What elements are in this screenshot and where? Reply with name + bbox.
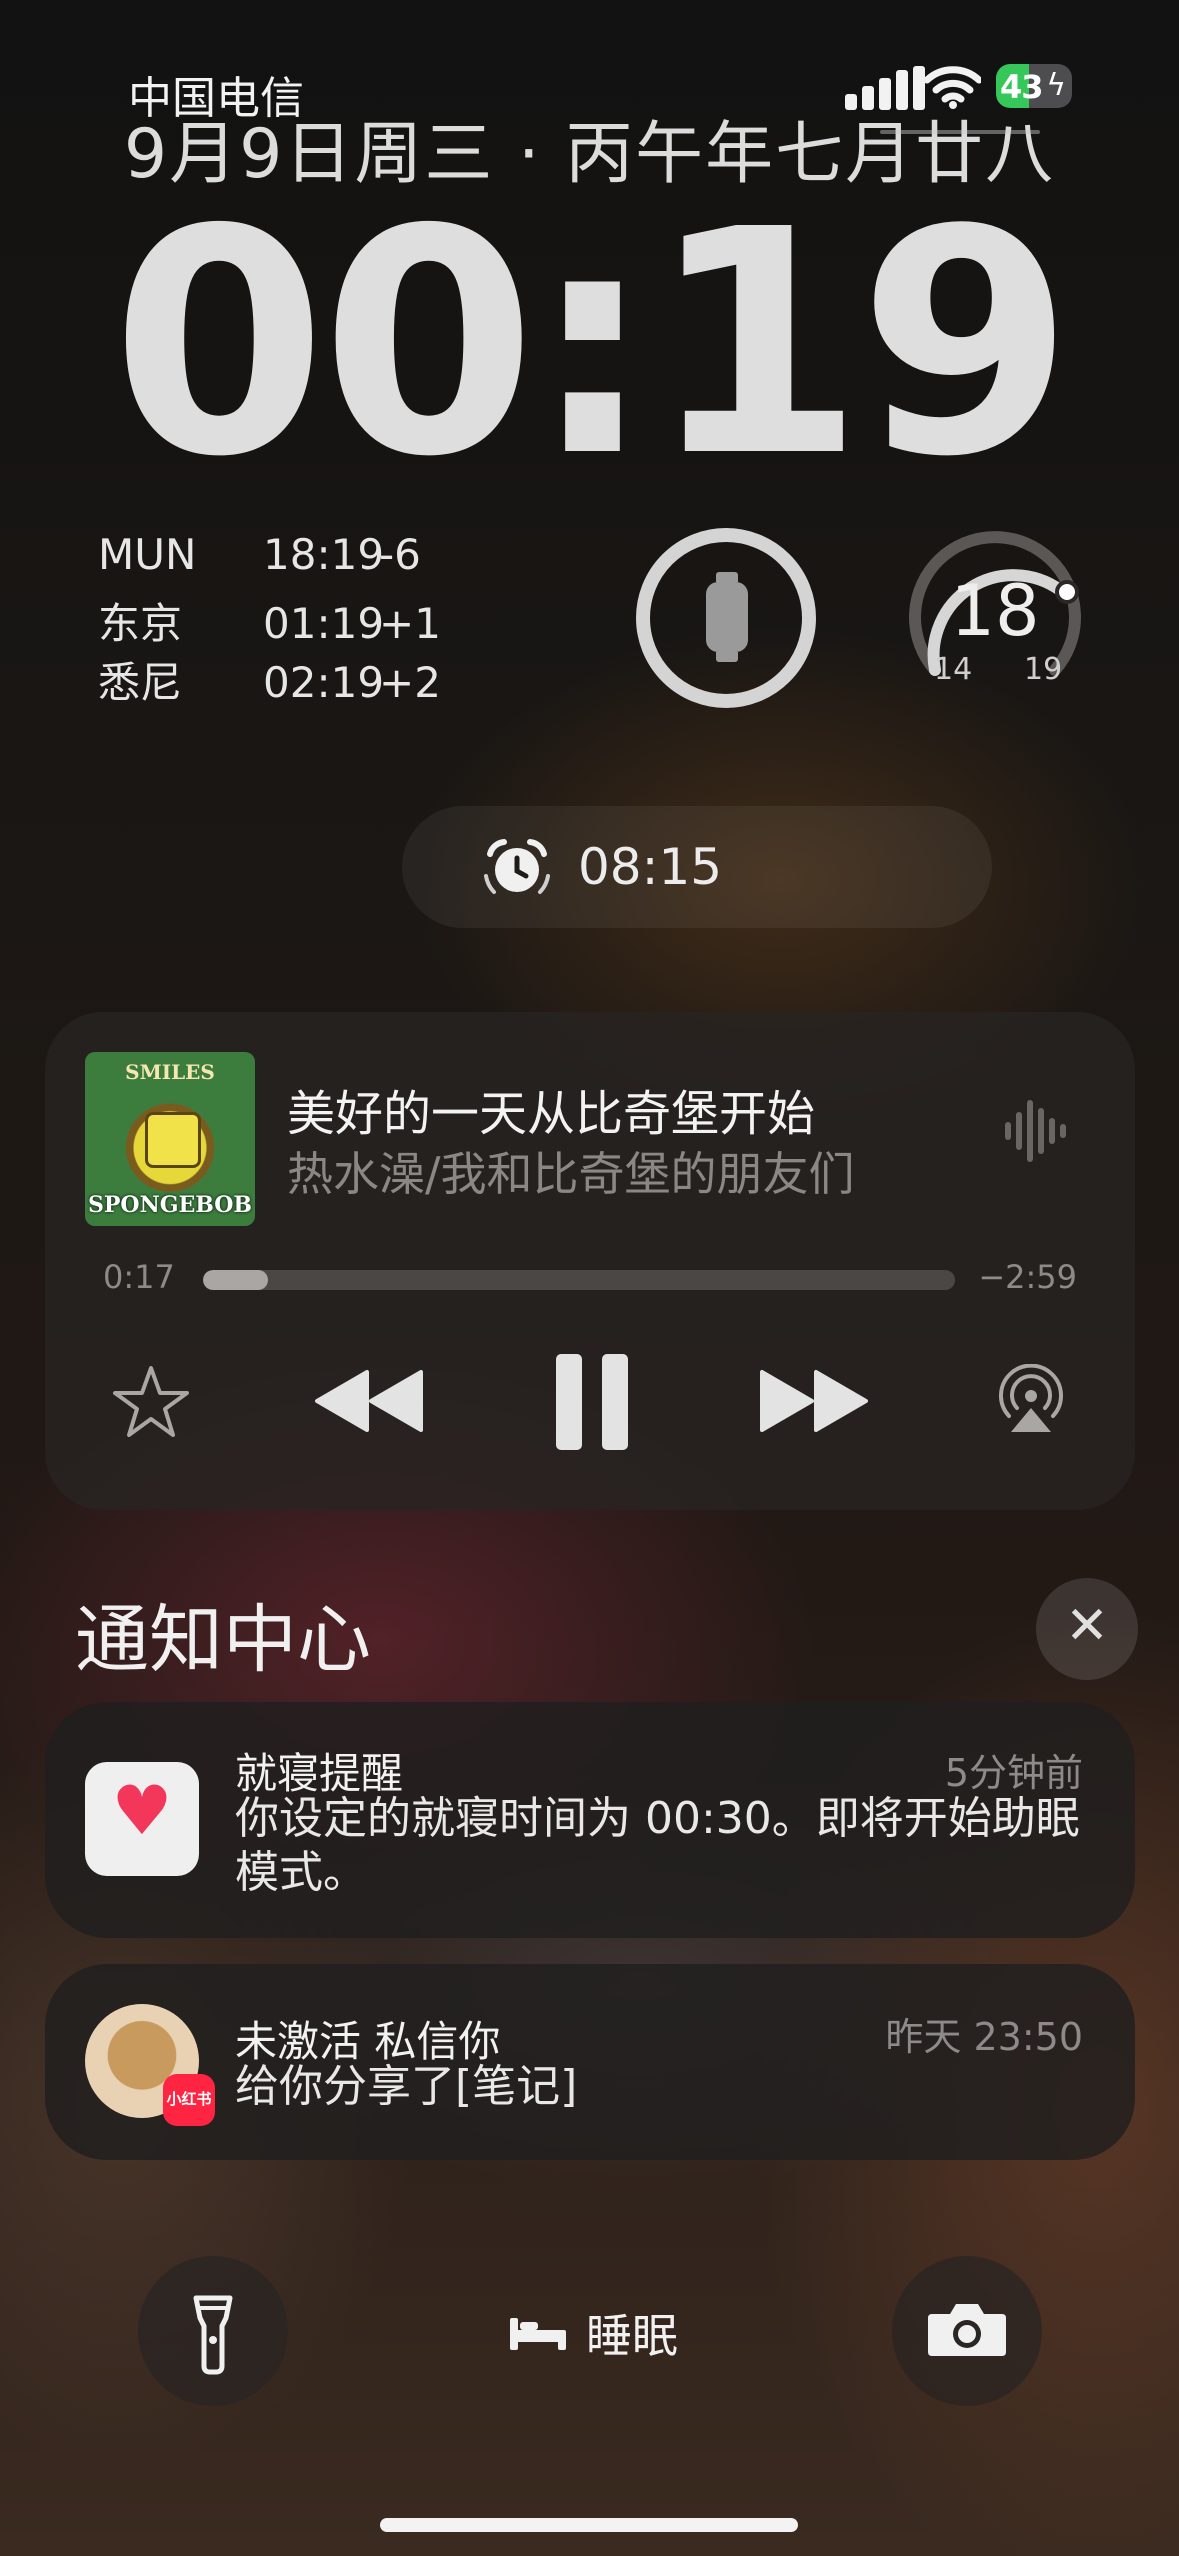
alarm-clock-icon bbox=[484, 839, 550, 894]
watch-battery-widget[interactable] bbox=[636, 528, 816, 708]
home-indicator[interactable] bbox=[380, 2518, 798, 2532]
temperature-high: 19 bbox=[1024, 652, 1063, 687]
temperature-widget[interactable]: 18 14 19 bbox=[900, 520, 1090, 710]
notification-center-title: 通知中心 bbox=[75, 1597, 371, 1683]
date-underline bbox=[880, 130, 1040, 134]
camera-button[interactable] bbox=[892, 2256, 1042, 2406]
camera-icon bbox=[928, 2304, 1006, 2356]
notification-body: 给你分享了[笔记] bbox=[235, 2061, 578, 2112]
flashlight-icon bbox=[193, 2295, 233, 2375]
temperature-current: 18 bbox=[950, 570, 1040, 652]
world-clock-city: MUN bbox=[98, 530, 197, 579]
bed-icon bbox=[510, 2318, 566, 2350]
temperature-low: 14 bbox=[934, 652, 973, 687]
health-heart-icon: ♥ bbox=[111, 1772, 173, 1851]
alarm-pill[interactable]: 08:15 bbox=[402, 806, 992, 928]
fast-forward-icon[interactable] bbox=[758, 1368, 870, 1434]
album-art[interactable]: SMILES SPONGEBOB bbox=[85, 1052, 255, 1226]
album-art-character bbox=[145, 1112, 201, 1168]
now-playing-widget[interactable]: SMILES SPONGEBOB 美好的一天从比奇堡开始 热水澡/我和比奇堡的朋… bbox=[45, 1012, 1135, 1510]
world-clock-time: 18:19 bbox=[263, 530, 385, 579]
notification-time: 5分钟前 bbox=[944, 1751, 1083, 1795]
rewind-icon[interactable] bbox=[313, 1368, 425, 1434]
album-art-title: SMILES bbox=[125, 1060, 215, 1084]
notification-body: 你设定的就寝时间为 00:30。即将开始助眠模式。 bbox=[235, 1793, 1080, 1898]
world-clock-row[interactable]: 东京 01:19+1 bbox=[98, 590, 449, 651]
airplay-icon[interactable] bbox=[995, 1364, 1067, 1436]
waveform-icon bbox=[1005, 1096, 1069, 1166]
track-title: 美好的一天从比奇堡开始 bbox=[287, 1086, 816, 1142]
world-clock-row[interactable]: MUN 18:19-6 bbox=[98, 530, 449, 579]
alarm-time: 08:15 bbox=[578, 838, 723, 896]
flashlight-button[interactable] bbox=[138, 2256, 288, 2406]
world-clock-time: 01:19 bbox=[263, 599, 385, 648]
notification-card[interactable]: ♥ 就寝提醒 5分钟前 你设定的就寝时间为 00:30。即将开始助眠模式。 bbox=[45, 1702, 1135, 1938]
elapsed-time: 0:17 bbox=[103, 1258, 175, 1296]
lock-clock: 00:19 bbox=[111, 164, 1074, 525]
xiaohongshu-badge-icon: 小红书 bbox=[163, 2074, 215, 2126]
notification-time: 昨天 23:50 bbox=[885, 2015, 1083, 2059]
badge-label: 小红书 bbox=[166, 2090, 212, 2108]
playback-progress bbox=[203, 1270, 268, 1290]
world-clock-offset: +2 bbox=[379, 658, 441, 707]
world-clock-offset: +1 bbox=[379, 599, 441, 648]
album-art-caption: SPONGEBOB bbox=[87, 1192, 253, 1218]
sleep-focus-label[interactable]: 睡眠 bbox=[586, 2300, 678, 2366]
close-icon: ✕ bbox=[1065, 1596, 1109, 1656]
playback-scrubber[interactable] bbox=[203, 1270, 955, 1290]
pause-icon[interactable] bbox=[552, 1352, 632, 1452]
world-clock-time: 02:19 bbox=[263, 658, 385, 707]
world-clock-row[interactable]: 悉尼 02:19+2 bbox=[98, 649, 449, 710]
world-clock-city: 东京 bbox=[98, 599, 183, 648]
world-clock-offset: -6 bbox=[379, 530, 421, 579]
world-clock-city: 悉尼 bbox=[98, 658, 183, 707]
star-icon[interactable] bbox=[111, 1362, 191, 1442]
notification-card[interactable]: 小红书 未激活 私信你 昨天 23:50 给你分享了[笔记] bbox=[45, 1964, 1135, 2160]
clear-notifications-button[interactable]: ✕ bbox=[1036, 1578, 1138, 1680]
remaining-time: −2:59 bbox=[978, 1258, 1077, 1296]
apple-watch-icon bbox=[706, 572, 748, 662]
health-app-icon: ♥ bbox=[85, 1762, 199, 1876]
track-artist: 热水澡/我和比奇堡的朋友们 bbox=[287, 1147, 855, 1201]
